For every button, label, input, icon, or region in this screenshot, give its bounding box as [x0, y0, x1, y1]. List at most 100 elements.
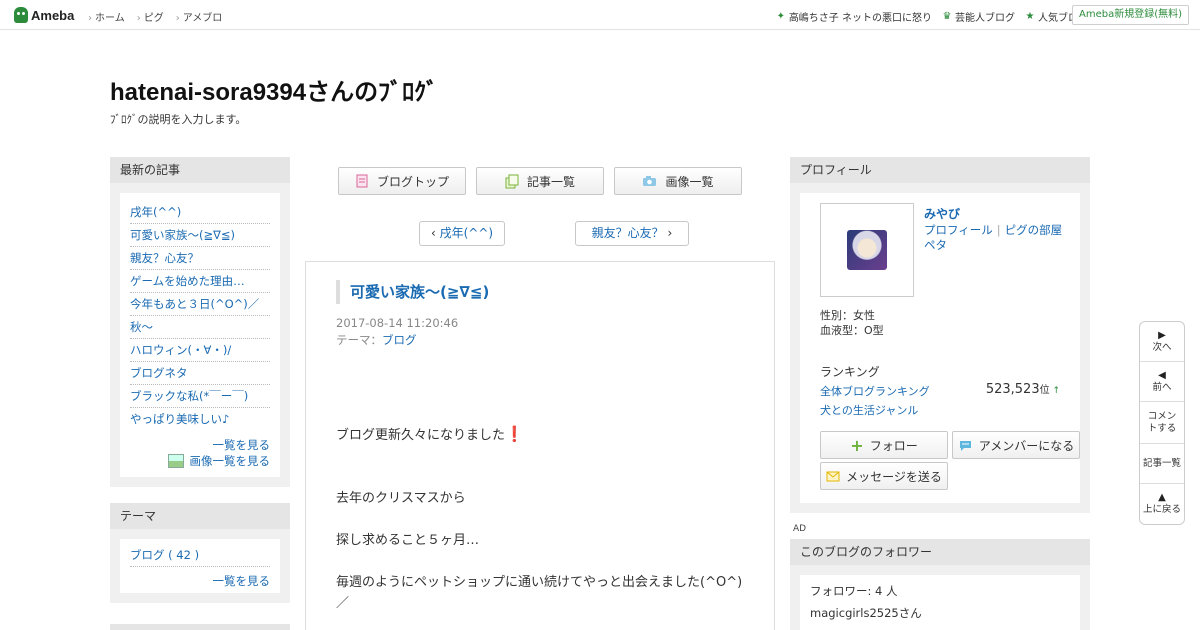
overall-ranking-link[interactable]: 全体ブログランキング	[820, 383, 930, 399]
blog-top-label: ブログトップ	[376, 174, 449, 189]
image-list-tab[interactable]: 画像一覧	[614, 167, 742, 195]
chat-bubble-icon	[959, 440, 971, 451]
profile-avatar-frame[interactable]	[820, 203, 914, 297]
signup-button[interactable]: Ameba新規登録(無料)	[1071, 5, 1189, 25]
document-icon	[356, 174, 368, 188]
prev-page-label: 前へ	[1152, 381, 1172, 393]
trending-news-label: 高嶋ちさ子 ネットの悪口に怒り	[788, 13, 932, 24]
copy-documents-icon	[505, 174, 519, 188]
header-links: ✦ 高嶋ちさ子 ネットの悪口に怒り ♛ 芸能人ブログ ★ 人気ブログ	[776, 9, 1088, 24]
chevron-left-icon: ‹	[430, 226, 436, 240]
article-title[interactable]: 可愛い家族～(≧∇≦)	[336, 280, 489, 304]
trending-news-link[interactable]: ✦ 高嶋ちさ子 ネットの悪口に怒り	[776, 9, 932, 24]
ranking-label: ランキング	[820, 365, 880, 379]
next-page-label: 次へ	[1152, 341, 1172, 353]
followers-heading: このブログのフォロワー	[790, 539, 1090, 565]
article-theme: テーマ：ブログ	[336, 332, 417, 348]
follower-count: フォロワー: 4 人	[810, 584, 898, 598]
floating-nav: ▶ 次へ ◀ 前へ コメントする 記事一覧 ▲ 上に戻る	[1139, 321, 1185, 525]
profile-panel: プロフィール みやび プロフィール | ピグの部屋 ペタ 性別：女性 血液型：O型 …	[790, 157, 1090, 513]
recent-article-link[interactable]: 秋～	[130, 320, 153, 334]
follower-name[interactable]: magicgirls2525さん	[810, 605, 1070, 621]
next-article-button[interactable]: 親友？心友？ ›	[575, 221, 689, 246]
theme-see-all-link[interactable]: 一覧を見る	[213, 574, 271, 588]
plus-icon: +	[850, 435, 864, 455]
recent-article-link[interactable]: 可愛い家族～(≧∇≦)	[130, 228, 235, 242]
ad-label: AD	[793, 524, 807, 534]
comment-label: コメントする	[1147, 410, 1177, 434]
global-nav: ホーム ピグ アメブロ	[88, 9, 222, 24]
avatar	[847, 230, 887, 270]
blog-title[interactable]: hatenai-sora9394さんのﾌﾞﾛｸﾞ	[110, 72, 438, 107]
blog-description: ﾌﾞﾛｸﾞの説明を入力します。	[110, 113, 247, 126]
celebrity-blog-link[interactable]: ♛ 芸能人ブログ	[942, 9, 1015, 24]
profile-heading: プロフィール	[790, 157, 1090, 183]
article-list-label: 記事一覧	[526, 174, 575, 189]
next-article-label: 親友？心友？	[591, 226, 664, 240]
triangle-left-icon: ◀	[1158, 369, 1166, 381]
nav-home[interactable]: ホーム	[88, 9, 125, 24]
blog-top-tab[interactable]: ブログトップ	[338, 167, 466, 195]
recent-articles-heading: 最新の記事	[110, 157, 290, 183]
recent-article-link[interactable]: やっぱり美味しい♪	[130, 412, 229, 426]
crown-icon: ♛	[942, 10, 952, 22]
chevron-right-icon: ›	[667, 226, 673, 240]
next-panel	[110, 624, 290, 630]
article-paragraph: 探し求めること５ヶ月…	[336, 533, 480, 548]
profile-name[interactable]: みやび	[924, 205, 960, 222]
article-theme-link[interactable]: ブログ	[382, 333, 417, 347]
recent-articles-panel: 最新の記事 戌年(^^) 可愛い家族～(≧∇≦) 親友？心友？ ゲームを始めた理…	[110, 157, 290, 487]
recent-see-all-link[interactable]: 一覧を見る	[213, 438, 271, 452]
recent-articles-list: 戌年(^^) 可愛い家族～(≧∇≦) 親友？心友？ ゲームを始めた理由… 今年も…	[130, 201, 270, 431]
amember-label: アメンバーになる	[978, 438, 1075, 453]
comment-button[interactable]: コメントする	[1140, 402, 1184, 444]
article-list-nav-button[interactable]: 記事一覧	[1140, 444, 1184, 484]
recent-article-link[interactable]: ブログネタ	[130, 366, 188, 380]
follow-label: フォロー	[869, 438, 918, 453]
envelope-icon	[826, 471, 840, 481]
prev-article-button[interactable]: ‹ 戌年(^^)	[419, 221, 505, 246]
recent-article-link[interactable]: 戌年(^^)	[130, 205, 181, 219]
recent-images-link[interactable]: 画像一覧を見る	[190, 453, 271, 469]
profile-gender: 性別：女性	[820, 309, 875, 322]
image-gallery-icon	[167, 454, 184, 468]
recent-article-link[interactable]: 今年もあと３日(^O^)／	[130, 297, 259, 311]
camera-icon	[643, 176, 657, 186]
ranking-value: 523,523位 ↑	[986, 381, 1060, 397]
article-card: 可愛い家族～(≧∇≦) 2017-08-14 11:20:46 テーマ：ブログ …	[305, 261, 775, 630]
theme-panel: テーマ ブログ ( 42 ) 一覧を見る	[110, 503, 290, 603]
recent-article-link[interactable]: 親友？心友？	[130, 251, 199, 265]
nav-pigg[interactable]: ピグ	[137, 9, 164, 24]
follow-button[interactable]: + フォロー	[820, 431, 948, 459]
article-list-nav-label: 記事一覧	[1142, 457, 1181, 469]
nav-ameblo[interactable]: アメブロ	[176, 9, 223, 24]
next-page-button[interactable]: ▶ 次へ	[1140, 322, 1184, 362]
article-list-tab[interactable]: 記事一覧	[476, 167, 604, 195]
profile-link[interactable]: プロフィール	[924, 223, 993, 237]
ranking-unit: 位	[1039, 385, 1050, 396]
image-list-label: 画像一覧	[665, 174, 714, 189]
triangle-up-icon: ▲	[1158, 492, 1166, 503]
back-to-top-button[interactable]: ▲ 上に戻る	[1140, 484, 1184, 524]
recent-article-link[interactable]: ブラックな私(*￣ー￣)	[130, 389, 248, 403]
pigg-room-link[interactable]: ピグの部屋	[1005, 223, 1063, 237]
recent-article-link[interactable]: ゲームを始めた理由…	[130, 274, 245, 288]
theme-heading: テーマ	[110, 503, 290, 529]
link-separator: |	[996, 223, 1001, 237]
prev-page-button[interactable]: ◀ 前へ	[1140, 362, 1184, 402]
article-date: 2017-08-14 11:20:46	[336, 316, 459, 330]
article-paragraph: 去年のクリスマスから	[336, 491, 466, 506]
prev-article-label: 戌年(^^)	[439, 226, 494, 240]
ameba-logo[interactable]: Ameba	[14, 6, 74, 24]
recent-article-link[interactable]: ハロウィン(・∀・)/	[130, 343, 231, 357]
back-to-top-label: 上に戻る	[1142, 504, 1181, 515]
article-body: ブログ更新久々になりました❗ 去年のクリスマスから 探し求めること５ヶ月… 毎週…	[336, 424, 746, 630]
peta-link[interactable]: ペタ	[924, 238, 947, 252]
profile-blood-type: 血液型：O型	[820, 324, 884, 337]
send-message-label: メッセージを送る	[846, 469, 942, 484]
genre-ranking-link[interactable]: 犬との生活ジャンル	[820, 402, 918, 418]
send-message-button[interactable]: メッセージを送る	[820, 462, 948, 490]
ameba-logo-icon	[14, 7, 28, 23]
amember-button[interactable]: アメンバーになる	[952, 431, 1080, 459]
theme-blog-link[interactable]: ブログ ( 42 )	[130, 548, 199, 562]
